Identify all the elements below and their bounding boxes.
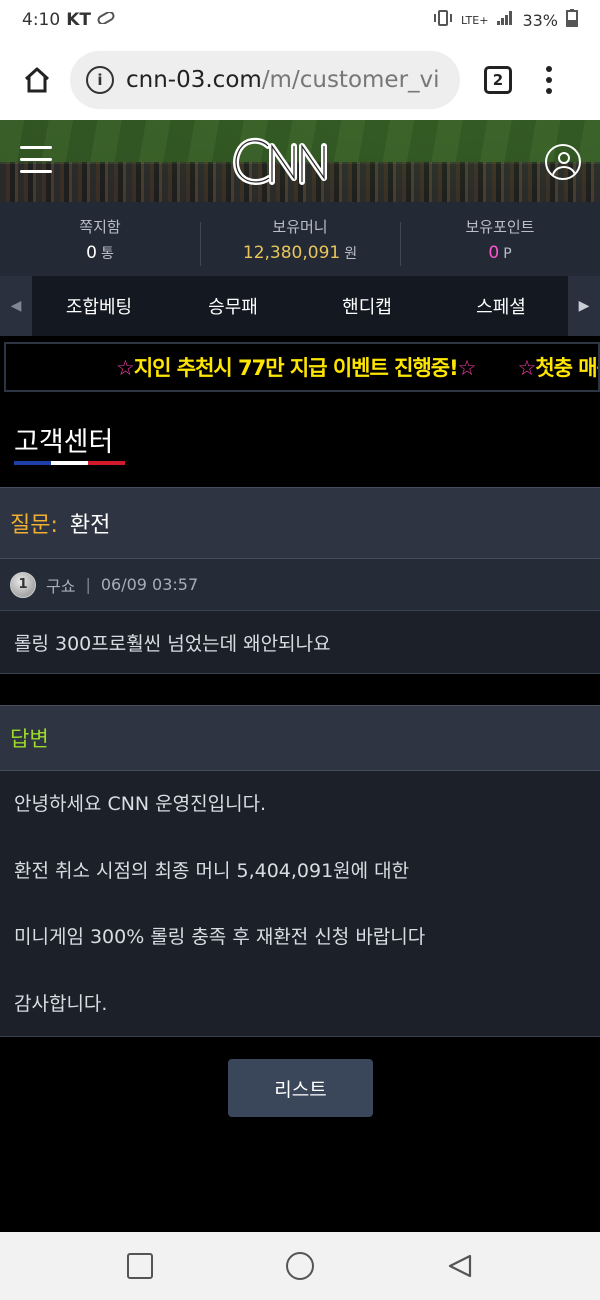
tabs-prev-button[interactable]: ◀ [0, 276, 32, 336]
money-unit: 원 [344, 245, 358, 262]
answer-line: 감사합니다. [14, 992, 108, 1015]
answer-body: 안녕하세요 CNN 운영진입니다. 환전 취소 시점의 최종 머니 5,404,… [0, 771, 600, 1037]
home-circle-icon [286, 1252, 314, 1280]
more-dot [546, 88, 552, 94]
notice-marquee: ☆지인 추천시 77만 지급 이벤트 진행중!☆☆첫충 매충 [4, 342, 600, 392]
pill-icon [97, 11, 115, 28]
more-dot [546, 77, 552, 83]
back-button[interactable] [380, 1252, 540, 1280]
signal-icon [496, 10, 514, 30]
tab-count: 2 [492, 71, 504, 89]
status-bar: 4:10 KT LTE+ 33% [0, 0, 600, 40]
address-bar[interactable]: i cnn-03.com /m/customer_vi [70, 51, 460, 109]
meta-separator: | [85, 575, 91, 594]
recents-button[interactable] [60, 1253, 220, 1279]
site-header [0, 120, 600, 202]
list-button[interactable]: 리스트 [228, 1059, 373, 1117]
vibrate-icon [433, 10, 453, 30]
info-icon[interactable]: i [86, 66, 114, 94]
home-button[interactable] [14, 57, 60, 103]
points-label: 보유포인트 [465, 217, 535, 236]
messages-label: 쪽지함 [79, 217, 121, 236]
more-dot [546, 66, 552, 72]
system-navigation-bar [0, 1232, 600, 1300]
star-icon: ☆ [517, 356, 537, 380]
hamburger-menu-icon[interactable] [20, 146, 52, 173]
marquee-item: 첫충 매충 [535, 356, 598, 380]
points-unit: P [503, 245, 512, 262]
star-icon: ☆ [457, 356, 477, 380]
chevron-right-icon: ▶ [578, 298, 590, 314]
game-tabs: ◀ 조합베팅 승무패 핸디캡 스페셜 ▶ [0, 276, 600, 336]
url-path: /m/customer_vi [261, 67, 440, 93]
home-icon [24, 67, 50, 93]
messages-summary[interactable]: 쪽지함 0통 [0, 216, 200, 263]
answer-line: 안녕하세요 CNN 운영진입니다. [14, 793, 267, 815]
star-icon: ☆ [116, 356, 135, 380]
question-author: 구쇼 [46, 576, 76, 596]
recents-icon [127, 1253, 153, 1279]
question-title: 환전 [69, 513, 111, 538]
question-meta: 1 구쇼 | 06/09 03:57 [0, 559, 600, 611]
answer-label: 답변 [10, 727, 49, 751]
cnn-logo[interactable] [232, 134, 368, 188]
tab-handicap[interactable]: 핸디캡 [300, 293, 434, 319]
money-summary: 보유머니 12,380,091 원 [200, 216, 400, 266]
page-title: 고객센터 [14, 427, 114, 458]
points-summary: 보유포인트 0P [400, 216, 600, 266]
chevron-left-icon: ◀ [10, 298, 22, 314]
battery-percent: 33% [522, 10, 558, 30]
network-type: LTE+ [460, 13, 489, 27]
level-badge-icon: 1 [10, 571, 36, 598]
back-triangle-icon [448, 1254, 472, 1278]
tabs-next-button[interactable]: ▶ [568, 276, 600, 336]
tab-switcher-button[interactable]: 2 [484, 66, 512, 94]
url-domain: cnn-03.com [126, 67, 262, 93]
status-carrier: KT [66, 10, 91, 30]
answer-line: 환전 취소 시점의 최종 머니 5,404,091원에 대한 [14, 859, 410, 882]
status-time: 4:10 [22, 10, 61, 30]
money-value: 12,380,091 [242, 242, 341, 263]
question-datetime: 06/09 03:57 [100, 575, 199, 594]
messages-unit: 통 [100, 245, 114, 262]
home-nav-button[interactable] [220, 1252, 380, 1280]
account-summary: 쪽지함 0통 보유머니 12,380,091 원 보유포인트 0P [0, 202, 600, 276]
answer-line: 미니게임 300% 롤링 충족 후 재환전 신청 바랍니다 [14, 926, 426, 948]
title-underline [14, 461, 125, 465]
money-label: 보유머니 [272, 217, 328, 236]
marquee-item: 지인 추천시 77만 지급 이벤트 진행중! [133, 356, 459, 380]
battery-icon [566, 9, 578, 31]
browser-toolbar: i cnn-03.com /m/customer_vi 2 [0, 40, 600, 120]
answer-header: 답변 [0, 705, 600, 771]
browser-menu-button[interactable] [546, 66, 552, 94]
messages-count: 0 [86, 242, 97, 263]
profile-icon[interactable] [545, 144, 581, 180]
question-header: 질문: 환전 [0, 487, 600, 559]
tab-special[interactable]: 스페셜 [434, 293, 568, 319]
tab-combo-bet[interactable]: 조합베팅 [32, 293, 166, 319]
points-value: 0 [488, 242, 500, 263]
question-body: 롤링 300프로훨씬 넘었는데 왜안되나요 [0, 611, 600, 674]
tab-win-draw-lose[interactable]: 승무패 [166, 293, 300, 319]
question-label: 질문: [10, 513, 58, 538]
